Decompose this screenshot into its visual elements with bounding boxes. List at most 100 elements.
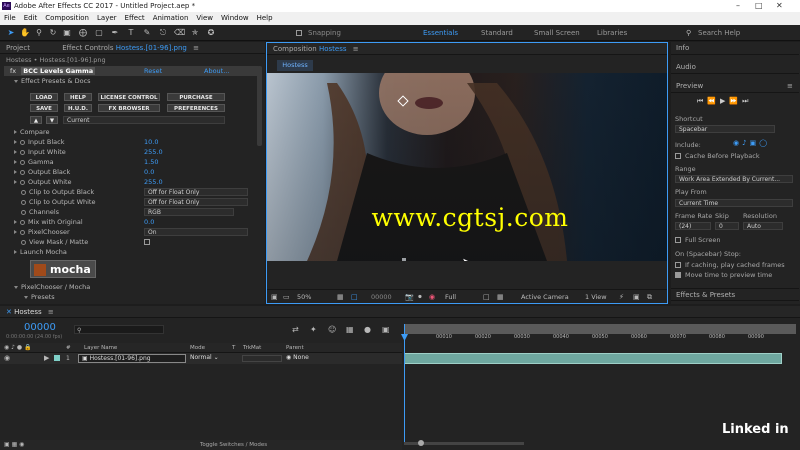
col-parent[interactable]: Parent	[286, 345, 304, 351]
range-dropdown[interactable]: Work Area Extended By Current...	[675, 175, 793, 183]
param-input-black[interactable]: Input Black 10.0	[0, 137, 158, 147]
layer-row[interactable]: ◉ ▶ 1 ▣ Hostess.[01-96].png Normal ⌄ ◉ N…	[0, 353, 402, 364]
param-gamma[interactable]: Gamma 1.50	[0, 157, 158, 167]
audio-panel-header[interactable]: Audio	[671, 61, 799, 74]
comp-flowchart-icon[interactable]: ⧉	[647, 293, 652, 302]
layer-label-color[interactable]	[54, 355, 60, 361]
save-button[interactable]: SAVE	[30, 104, 58, 112]
minimize-icon[interactable]: –	[736, 0, 740, 12]
zoom-slider-handle[interactable]	[418, 440, 424, 446]
search-help-input[interactable]: Search Help	[698, 29, 740, 37]
pen-tool-icon[interactable]: ✒	[110, 28, 120, 38]
menu-animation[interactable]: Animation	[149, 12, 193, 25]
draft-3d-icon[interactable]: ✦	[310, 325, 317, 334]
workspace-standard[interactable]: Standard	[481, 29, 513, 37]
pixelchooser-group[interactable]: PixelChooser / Mocha	[0, 282, 90, 292]
play-icon[interactable]: ▶	[720, 97, 729, 105]
cache-before-playback[interactable]: Cache Before Playback	[675, 152, 760, 160]
fx-browser-button[interactable]: FX BROWSER	[98, 104, 160, 112]
snapshot-icon[interactable]: 📷	[405, 293, 414, 301]
menu-window[interactable]: Window	[217, 12, 253, 25]
output-white-value[interactable]: 255.0	[144, 177, 163, 187]
presets-subgroup[interactable]: Presets	[0, 292, 55, 302]
layer-duration-bar[interactable]	[404, 353, 782, 364]
snapping-checkbox[interactable]	[296, 28, 306, 38]
roto-brush-tool-icon[interactable]: ✯	[190, 28, 200, 38]
last-frame-icon[interactable]: ⏭	[742, 97, 752, 105]
grid-icon[interactable]: ▦	[337, 293, 344, 301]
load-button[interactable]: LOAD	[30, 93, 58, 101]
maximize-icon[interactable]: □	[755, 0, 763, 12]
effect-header-row[interactable]: fx BCC Levels Gamma Reset About...	[4, 66, 258, 76]
next-frame-icon[interactable]: ⏩	[729, 97, 742, 105]
type-tool-icon[interactable]: T	[126, 28, 136, 38]
blend-mode-dropdown[interactable]: Normal ⌄	[190, 354, 230, 363]
timeline-tab[interactable]: ✕ Hostess ≡	[0, 306, 800, 318]
col-layer-name[interactable]: Layer Name	[84, 345, 117, 351]
input-black-value[interactable]: 10.0	[144, 137, 158, 147]
info-panel-header[interactable]: Info	[671, 42, 799, 55]
always-preview-icon[interactable]: ▣	[271, 293, 278, 301]
show-snapshot-icon[interactable]: ⚫	[417, 293, 423, 301]
input-white-value[interactable]: 255.0	[144, 147, 163, 157]
current-time-display[interactable]: 00000	[24, 322, 56, 333]
effects-presets-header[interactable]: Effects & Presets	[671, 288, 799, 301]
param-pixelchooser[interactable]: PixelChooser	[0, 227, 70, 237]
move-time-option[interactable]: Move time to preview time	[675, 271, 772, 279]
param-mix[interactable]: Mix with Original 0.0	[0, 217, 154, 227]
view-mask-checkbox[interactable]	[144, 239, 150, 245]
layer-name-field[interactable]: ▣ Hostess.[01-96].png	[78, 354, 186, 363]
launch-mocha-group[interactable]: Launch Mocha	[0, 247, 67, 257]
mix-value[interactable]: 0.0	[144, 217, 154, 227]
preferences-button[interactable]: PREFERENCES	[167, 104, 225, 112]
col-trkmat[interactable]: TrkMat	[243, 345, 261, 351]
resolution-dropdown-preview[interactable]: Auto	[743, 222, 783, 230]
monitor-icon[interactable]: ▭	[283, 293, 290, 301]
zoom-slider[interactable]	[404, 440, 524, 446]
menu-help[interactable]: Help	[253, 12, 277, 25]
shortcut-dropdown[interactable]: Spacebar	[675, 125, 775, 133]
camera-dropdown[interactable]: Active Camera	[521, 293, 569, 301]
comp-subtab[interactable]: Hostess	[277, 60, 313, 71]
mocha-logo[interactable]: mocha	[30, 260, 96, 278]
about-link[interactable]: About...	[204, 66, 229, 76]
motion-blur-icon[interactable]: ●	[364, 325, 371, 334]
brush-tool-icon[interactable]: ✎	[142, 28, 152, 38]
work-area-bar[interactable]	[404, 324, 796, 334]
time-ruler[interactable]: 00010 00020 00030 00040 00050 00060 0007…	[404, 334, 796, 343]
menu-file[interactable]: File	[0, 12, 20, 25]
timeline-icon[interactable]: ▣	[633, 293, 640, 301]
menu-layer[interactable]: Layer	[93, 12, 121, 25]
channel-icon[interactable]: ◉	[429, 293, 435, 301]
zoom-tool-icon[interactable]: ⚲	[34, 28, 44, 38]
include-toggles[interactable]: ◉♪▣◯	[733, 139, 770, 147]
frame-rate-dropdown[interactable]: (24)	[675, 222, 711, 230]
camera-tool-icon[interactable]: ▣	[62, 28, 72, 38]
pan-behind-tool-icon[interactable]: ⨁	[78, 28, 88, 38]
graph-editor-icon[interactable]: ▣	[382, 325, 390, 334]
clip-white-dropdown[interactable]: Off for Float Only	[144, 198, 248, 206]
playhead[interactable]	[404, 324, 405, 444]
presets-group[interactable]: Effect Presets & Docs	[0, 76, 91, 86]
first-frame-icon[interactable]: ⏮	[697, 97, 707, 105]
pixelchooser-dropdown[interactable]: On	[144, 228, 248, 236]
shy-layers-icon[interactable]: ☺	[328, 325, 336, 334]
skip-dropdown[interactable]: 0	[715, 222, 739, 230]
workspace-essentials[interactable]: Essentials	[423, 29, 458, 37]
fast-previews-icon[interactable]: ⚡	[619, 293, 624, 301]
help-button[interactable]: HELP	[64, 93, 92, 101]
zoom-dropdown[interactable]: 50%	[297, 293, 311, 301]
effect-panel-scrollbar[interactable]	[257, 66, 262, 146]
hand-tool-icon[interactable]: ✋	[20, 28, 30, 38]
view-layout-dropdown[interactable]: 1 View	[585, 293, 607, 301]
current-time-field[interactable]: 00000	[371, 293, 392, 301]
menu-composition[interactable]: Composition	[41, 12, 93, 25]
if-caching-option[interactable]: If caching, play cached frames	[675, 261, 785, 269]
transparency-grid-icon[interactable]: ▦	[497, 293, 504, 301]
toggle-switches-modes[interactable]: Toggle Switches / Modes	[200, 442, 267, 448]
eraser-tool-icon[interactable]: ⌫	[174, 28, 185, 38]
clip-black-dropdown[interactable]: Off for Float Only	[144, 188, 248, 196]
preview-panel-header[interactable]: Preview ≡	[671, 80, 799, 93]
license-control-button[interactable]: LICENSE CONTROL	[98, 93, 160, 101]
param-output-white[interactable]: Output White 255.0	[0, 177, 163, 187]
